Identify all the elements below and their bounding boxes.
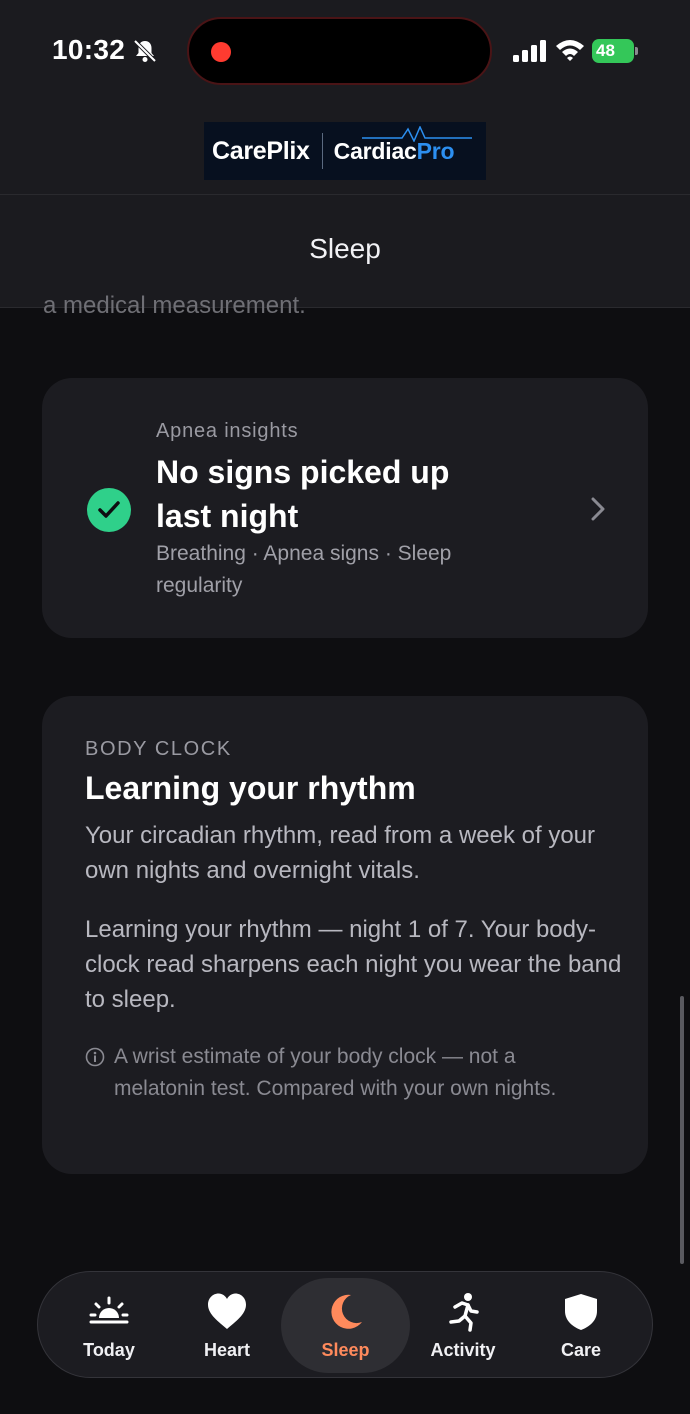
bell-slash-icon <box>133 39 157 63</box>
status-bar: 10:32 48 <box>0 0 690 104</box>
page-title: Sleep <box>309 233 381 264</box>
tab-sleep-label: Sleep <box>321 1340 370 1360</box>
tab-activity[interactable]: Activity <box>404 1272 522 1379</box>
wifi-icon <box>556 40 584 61</box>
recording-dot-icon <box>211 42 231 62</box>
scrollbar[interactable] <box>680 996 684 1264</box>
battery-tip <box>635 47 638 55</box>
info-icon <box>85 1047 105 1067</box>
page-header: Sleep <box>0 194 690 308</box>
apnea-subtitle: Breathing · Apnea signs · Sleep regulari… <box>156 542 452 597</box>
dynamic-island <box>187 17 492 85</box>
brand-area: CarePlix CardiacPro <box>0 104 690 194</box>
chevron-right-icon[interactable] <box>590 495 606 523</box>
checkmark-icon <box>98 501 120 518</box>
tab-heart-label: Heart <box>203 1340 251 1360</box>
tab-today[interactable]: Today <box>50 1272 168 1379</box>
tab-heart[interactable]: Heart <box>168 1272 286 1379</box>
apnea-insights-card[interactable]: Apnea insights No signs picked up last n… <box>42 378 648 638</box>
body-clock-progress-text: Learning your rhythm — night 1 of 7. You… <box>85 916 622 1013</box>
apnea-title: No signs picked up last night <box>156 454 450 534</box>
body-clock-title: Learning your rhythm <box>85 770 416 806</box>
moon-icon <box>331 1294 362 1329</box>
body-clock-note: A wrist estimate of your body clock — no… <box>114 1045 557 1100</box>
body-clock-card: BODY CLOCK Learning your rhythm Your cir… <box>42 696 648 1174</box>
tab-sleep[interactable]: Sleep <box>281 1278 410 1373</box>
careplix-logo: CarePlix <box>212 136 310 165</box>
battery-icon: 48 <box>592 39 634 63</box>
tab-care-label: Care <box>560 1340 602 1360</box>
body-clock-eyebrow: BODY CLOCK <box>85 738 232 760</box>
check-circle-icon <box>87 488 131 532</box>
clipped-disclaimer: a medical measurement. <box>43 292 306 319</box>
heart-icon <box>208 1293 246 1329</box>
sunrise-icon <box>89 1296 129 1324</box>
apnea-eyebrow: Apnea insights <box>156 420 299 442</box>
signal-icon <box>513 40 546 62</box>
brand-divider <box>321 133 323 169</box>
tab-care[interactable]: Care <box>522 1272 640 1379</box>
brand-logo: CarePlix CardiacPro <box>204 122 486 180</box>
body-clock-description: Your circadian rhythm, read from a week … <box>85 822 596 884</box>
status-time: 10:32 <box>52 34 126 65</box>
running-icon <box>449 1293 479 1332</box>
ecg-wave-icon <box>361 125 472 142</box>
tab-activity-label: Activity <box>430 1340 496 1360</box>
tab-bar: Today Heart Sleep Activity Care <box>37 1271 653 1378</box>
battery-level: 48 <box>596 41 615 60</box>
cardiacpro-logo: CardiacPro <box>334 125 472 165</box>
shield-icon <box>565 1294 597 1330</box>
screen: 10:32 48 CarePlix CardiacPro Sleep a med… <box>0 0 690 1414</box>
tab-today-label: Today <box>83 1340 135 1360</box>
